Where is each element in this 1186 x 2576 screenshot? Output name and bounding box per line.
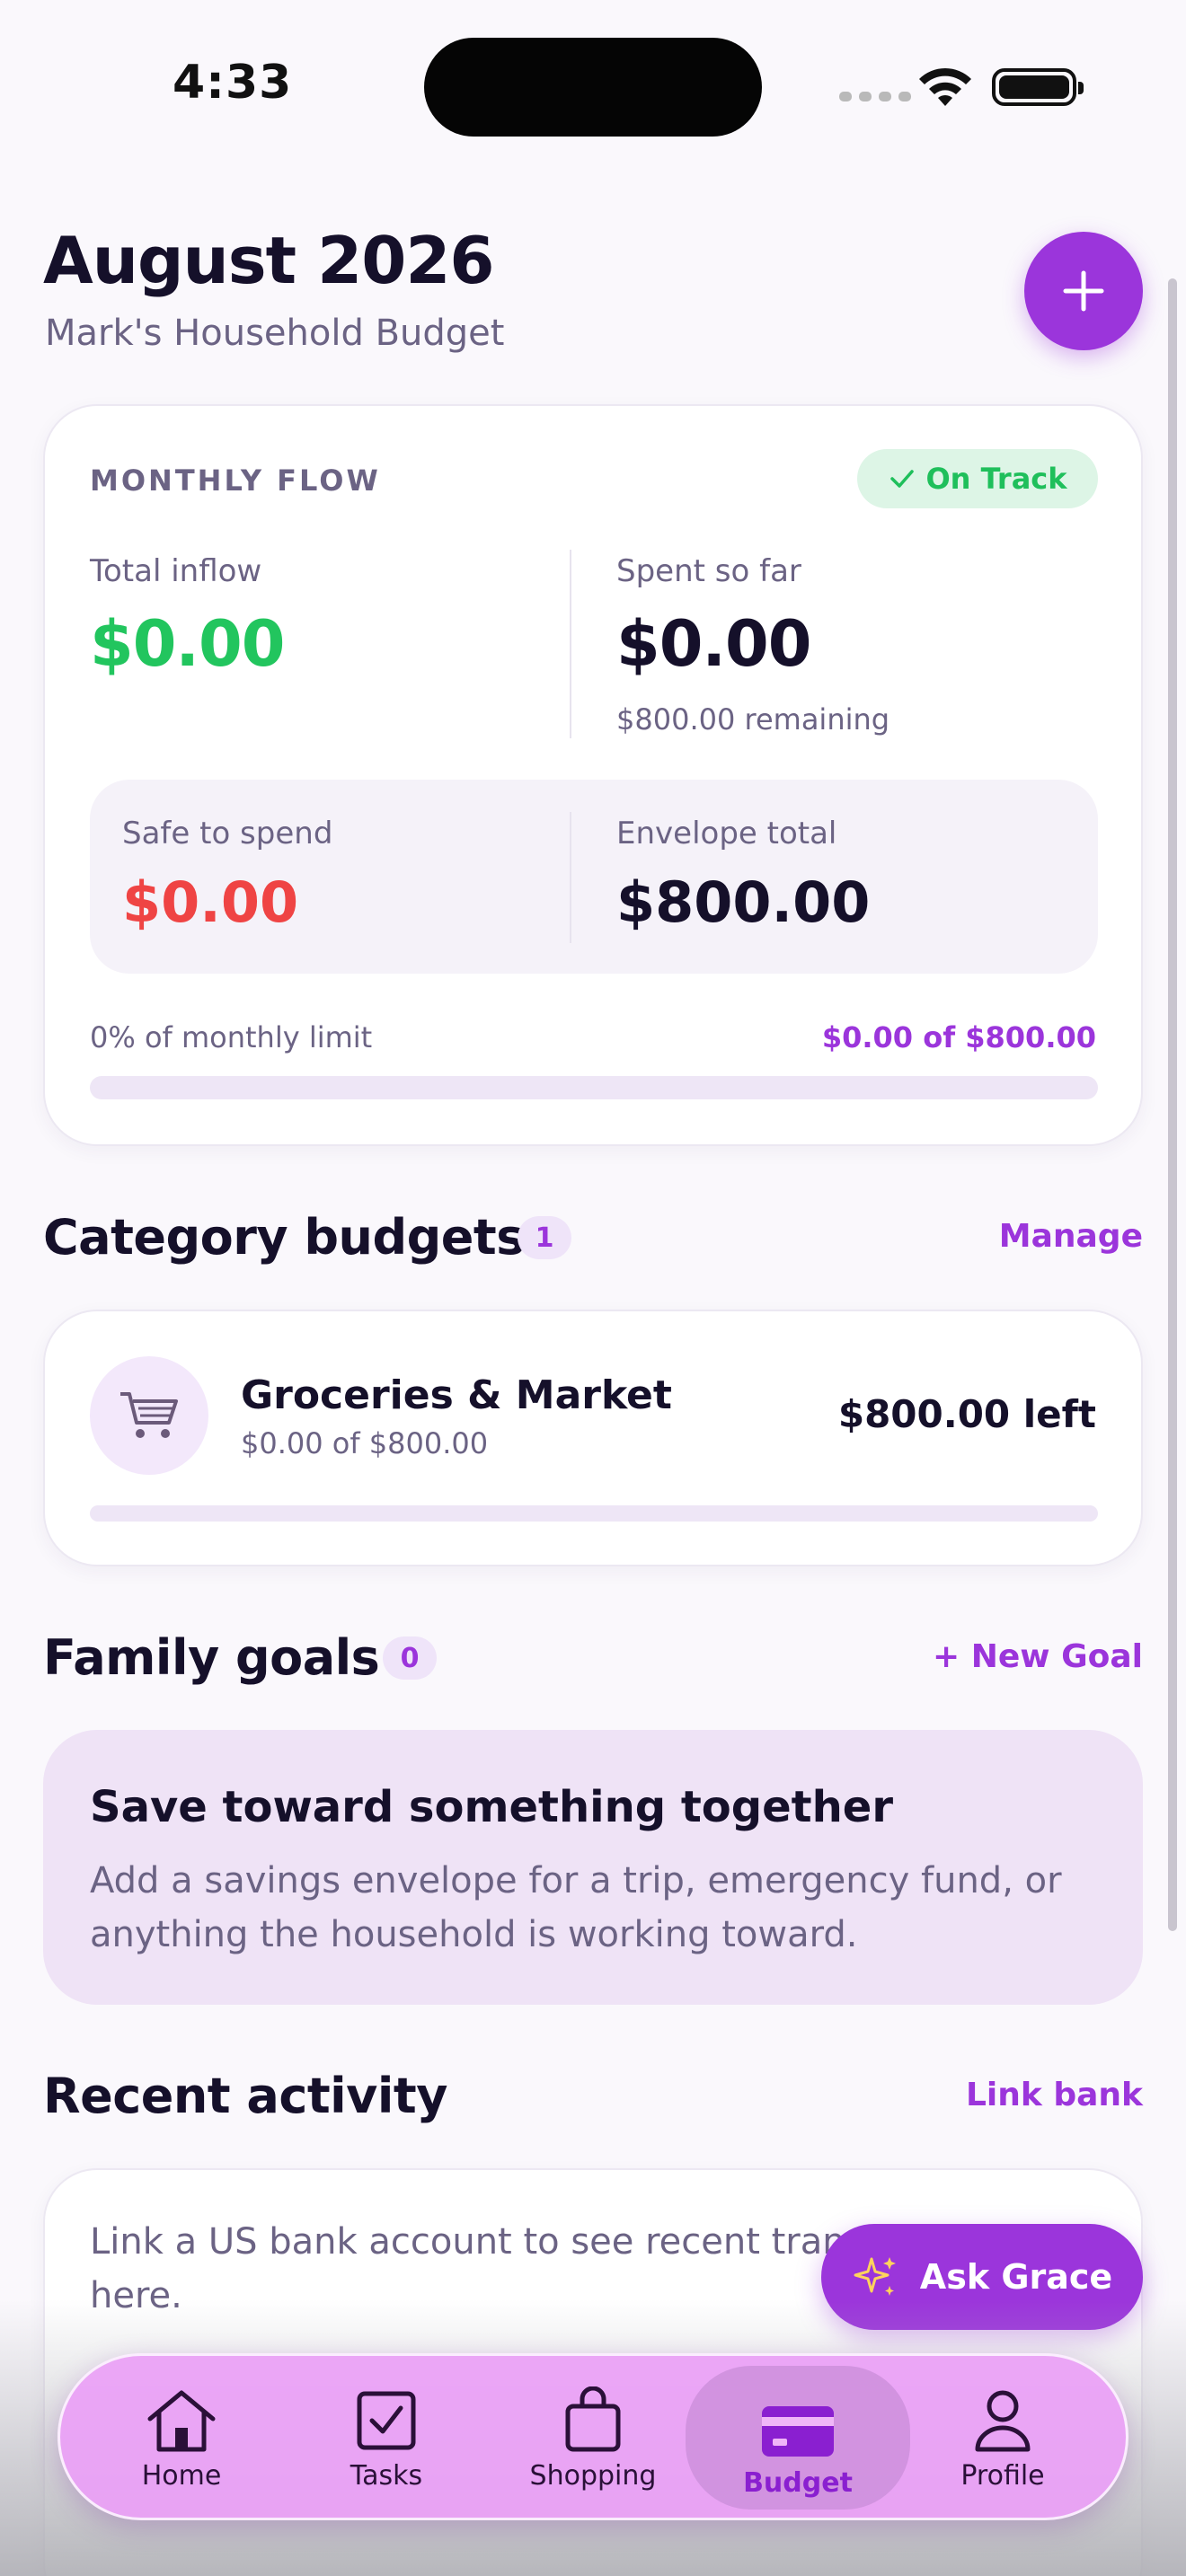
- tab-tasks[interactable]: Tasks: [288, 2371, 485, 2502]
- recent-activity-title: Recent activity: [43, 2068, 447, 2124]
- shopping-cart-icon: [90, 1356, 208, 1475]
- divider: [570, 550, 571, 738]
- total-inflow-value: $0.00: [90, 607, 285, 681]
- checkbox-icon: [357, 2391, 416, 2450]
- goals-empty-title: Save toward something together: [90, 1782, 894, 1832]
- plus-icon: [1063, 270, 1104, 312]
- category-subtext: $0.00 of $800.00: [241, 1426, 489, 1460]
- status-badge-text: On Track: [925, 462, 1067, 496]
- category-count-badge: 1: [518, 1216, 571, 1259]
- dynamic-island: [424, 38, 762, 137]
- safe-to-spend-value: $0.00: [122, 869, 299, 935]
- link-bank-link[interactable]: Link bank: [966, 2077, 1143, 2113]
- limit-percent-text: 0% of monthly limit: [90, 1020, 373, 1054]
- tab-label: Home: [141, 2460, 222, 2492]
- home-icon: [147, 2390, 216, 2452]
- safe-to-spend-label: Safe to spend: [122, 816, 333, 851]
- credit-card-icon: [762, 2406, 834, 2457]
- shopping-bag-icon: [565, 2386, 621, 2452]
- new-goal-link[interactable]: + New Goal: [933, 1638, 1143, 1675]
- envelope-total-value: $800.00: [616, 869, 871, 935]
- monthly-progress-bar: [90, 1076, 1098, 1099]
- category-progress-bar: [90, 1505, 1098, 1522]
- person-icon: [975, 2390, 1031, 2452]
- remaining-text: $800.00 remaining: [616, 702, 890, 737]
- checkmark-icon: [890, 470, 915, 488]
- tab-label: Budget: [743, 2467, 853, 2499]
- tab-profile[interactable]: Profile: [904, 2371, 1102, 2502]
- limit-amount-text: $0.00 of $800.00: [821, 1020, 1096, 1054]
- spent-value: $0.00: [616, 607, 811, 681]
- tab-label: Tasks: [350, 2460, 423, 2492]
- divider: [570, 812, 571, 943]
- category-budgets-title: Category budgets: [43, 1209, 525, 1266]
- battery-icon: [992, 68, 1084, 106]
- manage-link[interactable]: Manage: [999, 1218, 1143, 1255]
- tab-label: Shopping: [529, 2460, 657, 2492]
- tab-shopping[interactable]: Shopping: [494, 2371, 692, 2502]
- category-left: $800.00 left: [837, 1392, 1096, 1436]
- tab-budget[interactable]: Budget: [686, 2366, 910, 2510]
- tab-home[interactable]: Home: [83, 2371, 280, 2502]
- page-subtitle: Mark's Household Budget: [45, 313, 505, 354]
- goals-count-badge: 0: [383, 1636, 437, 1680]
- sparkles-icon: [854, 2257, 896, 2296]
- add-button[interactable]: [1024, 232, 1143, 350]
- category-name: Groceries & Market: [241, 1372, 672, 1418]
- ask-grace-label: Ask Grace: [919, 2257, 1113, 2297]
- envelope-total-label: Envelope total: [616, 816, 837, 851]
- monthly-flow-label: MONTHLY FLOW: [90, 463, 381, 498]
- page-title: August 2026: [43, 223, 495, 298]
- spent-label: Spent so far: [616, 553, 801, 589]
- total-inflow-label: Total inflow: [90, 553, 262, 589]
- category-card-groceries[interactable]: [43, 1310, 1143, 1566]
- status-badge: On Track: [857, 449, 1098, 508]
- scrollbar[interactable]: [1168, 278, 1177, 1931]
- status-time: 4:33: [173, 56, 293, 110]
- tab-label: Profile: [960, 2460, 1045, 2492]
- family-goals-title: Family goals: [43, 1629, 380, 1686]
- goals-empty-text: Add a savings envelope for a trip, emerg…: [90, 1860, 1062, 1955]
- cellular-signal-icon: [839, 92, 911, 101]
- wifi-icon: [919, 67, 971, 106]
